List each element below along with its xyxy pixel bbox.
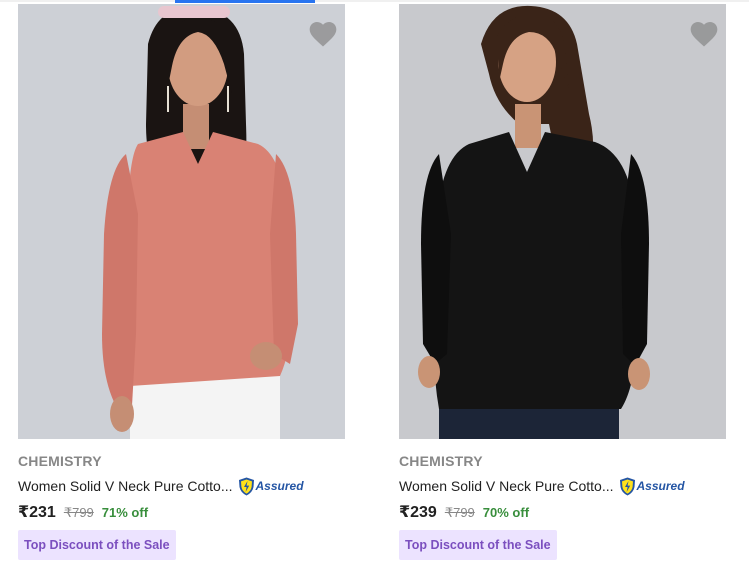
product-card[interactable]: CHEMISTRY Women Solid V Neck Pure Cotto.…: [399, 4, 739, 562]
top-divider: [0, 0, 749, 2]
active-tab-indicator: [175, 0, 315, 3]
product-photo: [399, 4, 726, 439]
selling-price: ₹231: [18, 504, 56, 521]
product-title[interactable]: Women Solid V Neck Pure Cotto...: [18, 478, 233, 494]
product-brand: CHEMISTRY: [399, 453, 483, 469]
assured-shield-icon: [238, 477, 254, 495]
product-title[interactable]: Women Solid V Neck Pure Cotto...: [399, 478, 614, 494]
product-image[interactable]: [18, 4, 345, 439]
original-price: ₹799: [63, 505, 94, 520]
wishlist-heart-icon[interactable]: [307, 18, 339, 50]
selling-price: ₹239: [399, 504, 437, 521]
offer-tag: Top Discount of the Sale: [18, 530, 176, 560]
assured-label: Assured: [255, 479, 304, 493]
assured-label: Assured: [636, 479, 685, 493]
product-photo: [18, 4, 345, 439]
product-image[interactable]: [399, 4, 726, 439]
original-price: ₹799: [444, 505, 475, 520]
wishlist-heart-icon[interactable]: [688, 18, 720, 50]
assured-shield-icon: [619, 477, 635, 495]
discount-percent: 70% off: [482, 505, 530, 520]
product-card[interactable]: CHEMISTRY Women Solid V Neck Pure Cotto.…: [18, 4, 358, 562]
discount-percent: 71% off: [101, 505, 149, 520]
assured-badge: Assured: [619, 477, 685, 496]
assured-badge: Assured: [238, 477, 304, 496]
product-brand: CHEMISTRY: [18, 453, 102, 469]
offer-tag: Top Discount of the Sale: [399, 530, 557, 560]
